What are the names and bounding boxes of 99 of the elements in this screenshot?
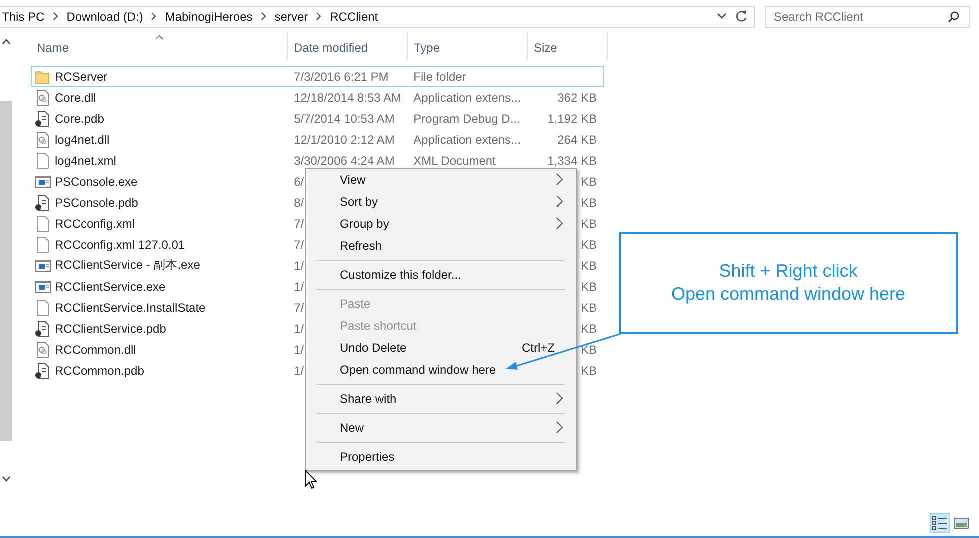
blank-file-icon <box>35 152 51 168</box>
file-name[interactable]: RCClientService.InstallState <box>55 300 206 314</box>
search-icon <box>948 10 960 22</box>
type-text: Program Debug D... <box>414 112 520 126</box>
file-name[interactable]: PSConsole.pdb <box>55 196 138 210</box>
file-name[interactable]: RCCommon.dll <box>55 342 136 356</box>
scroll-down-icon[interactable] <box>2 476 10 482</box>
breadcrumb-item[interactable]: RCClient <box>330 10 378 24</box>
column-header[interactable]: Date modified <box>288 33 408 61</box>
date-text: 1/ <box>294 258 304 272</box>
size-text: KB <box>580 238 597 252</box>
size-text: KB <box>580 322 597 336</box>
size-text: KB <box>580 280 597 294</box>
menu-item[interactable]: Refresh <box>306 235 576 257</box>
column-header[interactable]: Name <box>31 33 288 61</box>
date-text: 8/ <box>294 196 304 210</box>
file-name[interactable]: RCClientService.exe <box>55 280 166 294</box>
focused-row[interactable]: RCServer 7/3/2016 6:21 PM File folder <box>31 66 604 87</box>
chevron-icon <box>52 12 60 21</box>
type-text: XML Document <box>414 154 496 168</box>
chevron-icon <box>260 12 268 21</box>
date-text: 1/ <box>294 280 304 294</box>
size-text: 264 KB <box>558 132 597 146</box>
file-name[interactable]: Core.dll <box>55 90 96 104</box>
breadcrumb-item[interactable]: server <box>274 10 308 24</box>
menu-item[interactable]: Customize this folder... <box>306 264 576 286</box>
breadcrumb-item[interactable]: MabinogiHeroes <box>165 10 253 24</box>
size-text: KB <box>580 300 597 314</box>
refresh-icon[interactable] <box>735 10 748 23</box>
menu-item[interactable]: Sort by <box>306 191 576 213</box>
size-text: KB <box>580 258 597 272</box>
file-name[interactable]: RCCommon.pdb <box>55 364 144 378</box>
menu-item[interactable]: View <box>306 169 576 191</box>
file-name[interactable]: RCClientService - 副本.exe <box>55 257 200 274</box>
file-name[interactable]: RCCconfig.xml 127.0.01 <box>55 238 186 252</box>
document-icon <box>35 362 51 378</box>
menu-item[interactable]: Share with <box>306 388 576 410</box>
size-text: 1,334 KB <box>548 154 597 168</box>
shortcut-label: Ctrl+Z <box>522 340 555 357</box>
size-text: KB <box>580 174 597 188</box>
file-name[interactable]: RCClientService.pdb <box>55 322 166 336</box>
file-name[interactable]: log4net.dll <box>55 132 110 146</box>
date-text: 3/30/2006 4:24 AM <box>294 154 395 168</box>
column-header[interactable]: Size <box>528 33 608 61</box>
mouse-pointer-icon <box>305 470 318 490</box>
menu-item[interactable]: Open command window here <box>306 359 576 381</box>
details-view-icon <box>931 514 949 532</box>
size-text: 362 KB <box>558 90 597 104</box>
menu-item[interactable]: New <box>306 417 576 439</box>
blank-file-icon <box>35 300 51 316</box>
search-field[interactable]: Search RCClient <box>765 6 970 28</box>
size-text: 1,192 KB <box>548 112 597 126</box>
callout-text: Open command window here <box>671 283 906 306</box>
file-name[interactable]: RCServer <box>55 70 108 84</box>
date-text: 1/ <box>294 322 304 336</box>
date-text: 1/ <box>294 342 304 356</box>
menu-item[interactable]: Properties <box>306 446 576 468</box>
chevron-icon <box>315 12 324 21</box>
file-name[interactable]: PSConsole.exe <box>55 174 138 188</box>
breadcrumb-item[interactable]: Download (D:) <box>66 10 144 24</box>
menu-item[interactable]: Undo Delete Ctrl+Z <box>306 337 576 359</box>
date-text: 7/ <box>294 216 304 230</box>
date-text: 12/18/2014 8:53 AM <box>294 90 402 104</box>
file-name[interactable]: Core.pdb <box>55 112 104 126</box>
file-name[interactable]: log4net.xml <box>55 154 116 168</box>
size-text: KB <box>580 342 597 356</box>
size-text: KB <box>580 364 597 378</box>
document-icon <box>35 194 51 210</box>
blank-file-icon <box>35 216 51 232</box>
dropdown-icon[interactable] <box>717 13 727 20</box>
date-text: 7/3/2016 6:21 PM <box>294 70 389 84</box>
size-text: KB <box>580 196 597 210</box>
file-name[interactable]: RCCconfig.xml <box>55 216 136 230</box>
date-text: 6/ <box>294 174 304 188</box>
date-text: 5/7/2014 10:53 AM <box>294 112 395 126</box>
document-icon <box>35 320 51 336</box>
type-text: File folder <box>414 70 466 84</box>
date-text: 7/ <box>294 300 304 314</box>
date-text: 12/1/2010 2:12 AM <box>294 132 395 146</box>
column-header[interactable]: Type <box>408 33 528 61</box>
details-view-button[interactable] <box>930 513 950 533</box>
size-text: KB <box>580 216 597 230</box>
scroll-up-icon[interactable] <box>2 39 10 45</box>
type-text: Application extens... <box>414 132 522 146</box>
date-text: 7/ <box>294 238 304 252</box>
type-text: Application extens... <box>414 90 522 104</box>
folder-icon <box>35 68 51 84</box>
window-icon <box>35 258 51 274</box>
breadcrumb-item[interactable]: This PC <box>2 10 45 24</box>
callout-text: Shift + Right click <box>719 260 858 283</box>
date-text: 1/ <box>294 364 304 378</box>
blank-file-icon <box>35 236 51 252</box>
scrollbar-thumb[interactable] <box>0 100 12 440</box>
window-icon <box>35 174 51 190</box>
chevron-icon <box>150 12 158 21</box>
document-icon <box>35 110 51 126</box>
address-bar[interactable]: This PC Download (D:) MabinogiHeroes server RCClient <box>0 6 755 28</box>
menu-item[interactable]: Group by <box>306 213 576 235</box>
window-icon <box>35 278 51 294</box>
